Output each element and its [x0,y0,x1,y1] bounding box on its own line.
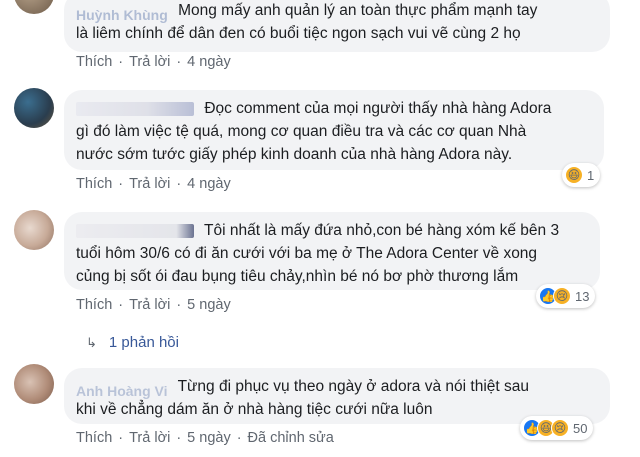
replies-count-label[interactable]: 1 phản hồi [109,334,179,351]
comment-actions: Thích · Trả lời · 5 ngày [76,297,231,313]
timestamp[interactable]: 5 ngày [187,297,231,313]
reply-link[interactable]: Trả lời [129,297,170,313]
reaction-count: 13 [575,288,590,304]
reply-link[interactable]: Trả lời [129,176,170,192]
comment-actions: Thích · Trả lời · 5 ngày · Đã chỉnh sửa [76,430,334,446]
edited-label[interactable]: Đã chỉnh sửa [248,430,334,446]
separator: · [118,297,124,313]
separator: · [118,430,124,446]
like-link[interactable]: Thích [76,430,112,446]
comment-text: tuổi hôm 30/6 có đi ăn cưới với ba mẹ ở … [76,245,538,262]
comment-text: nước sớm tước giấy phép kinh doanh của n… [76,146,513,163]
haha-emoji-icon: 😆 [565,166,583,184]
comment-text: gì đó làm việc tệ quá, mong cơ quan điều… [76,123,527,140]
like-link[interactable]: Thích [76,176,112,192]
comment-author[interactable]: Huỳnh Khùng [76,4,168,23]
comment-actions: Thích · Trả lời · 4 ngày [76,176,231,192]
comment-bubble: Đọc comment của mọi người thấy nhà hàng … [64,90,604,170]
reply-link[interactable]: Trả lời [129,430,170,446]
comment-author[interactable]: Anh Hoàng Vi [76,380,168,399]
comment-text: Tôi nhất là mấy đứa nhỏ,con bé hàng xóm … [204,222,560,239]
sad-emoji-icon: 😢 [551,419,569,437]
comment-text: Đọc comment của mọi người thấy nhà hàng … [204,100,552,117]
like-link[interactable]: Thích [76,297,112,313]
avatar[interactable] [14,364,54,404]
comment-author[interactable] [76,223,194,238]
separator: · [118,54,124,70]
separator: · [118,176,124,192]
reaction-count: 50 [573,420,588,436]
avatar[interactable] [14,210,54,250]
comment-author[interactable] [76,101,194,116]
separator: · [176,54,182,70]
separator: · [176,297,182,313]
reaction-count: 1 [587,167,595,183]
comment-actions: Thích · Trả lời · 4 ngày [76,54,231,70]
like-link[interactable]: Thích [76,54,112,70]
separator: · [176,176,182,192]
timestamp[interactable]: 4 ngày [187,176,231,192]
comment-text: củng bị sốt ói đau bụng tiêu chảy,nhìn b… [76,268,519,285]
comment-text: là liêm chính để dân đen có buổi tiệc ng… [76,25,521,42]
avatar[interactable] [14,88,54,128]
timestamp[interactable]: 4 ngày [187,54,231,70]
separator: · [176,430,182,446]
comment-text: Mong mấy anh quản lý an toàn thực phẩm m… [178,2,538,19]
separator: · [236,430,242,446]
comment-bubble: Huỳnh Khùng Mong mấy anh quản lý an toàn… [64,0,610,52]
reaction-summary[interactable]: 👍 😆 😢 50 [520,416,594,440]
timestamp[interactable]: 5 ngày [187,430,231,446]
reaction-summary[interactable]: 😆 1 [562,163,601,187]
avatar[interactable] [14,0,54,14]
comment-bubble: Tôi nhất là mấy đứa nhỏ,con bé hàng xóm … [64,212,600,290]
view-replies-link[interactable]: ↳ 1 phản hồi [86,334,179,351]
comment-text: Từng đi phục vụ theo ngày ở adora và nói… [177,378,529,395]
reaction-summary[interactable]: 👍 😢 13 [536,284,596,308]
comment-text: khi về chẳng dám ăn ở nhà hàng tiệc cưới… [76,401,433,418]
reply-link[interactable]: Trả lời [129,54,170,70]
reply-arrow-icon: ↳ [86,335,97,350]
sad-emoji-icon: 😢 [553,287,571,305]
